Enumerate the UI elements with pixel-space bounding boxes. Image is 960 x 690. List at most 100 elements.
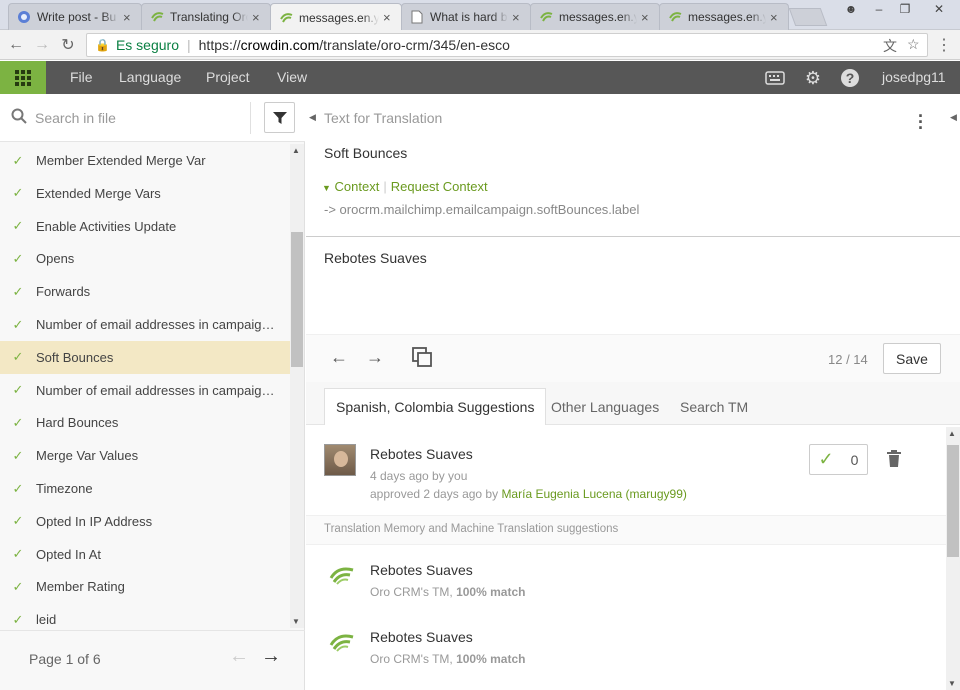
browser-tab[interactable]: What is hard b × xyxy=(401,3,531,30)
checkmark-icon: ✓ xyxy=(818,449,834,469)
scroll-down-icon[interactable]: ▼ xyxy=(292,617,300,626)
suggestion-text: Rebotes Suaves xyxy=(370,562,473,578)
string-label: Number of email addresses in campaign... xyxy=(36,382,278,398)
browser-tab-strip: Write post - Bu × Translating Oro × mess… xyxy=(0,0,960,31)
checkmark-icon: ✓ xyxy=(12,546,24,562)
checkmark-icon: ✓ xyxy=(12,382,24,398)
scroll-thumb[interactable] xyxy=(947,445,959,557)
save-button[interactable]: Save xyxy=(883,343,941,374)
trash-icon[interactable] xyxy=(886,450,902,473)
previous-string-icon[interactable]: ← xyxy=(330,347,348,368)
search-input[interactable]: Search in file xyxy=(35,110,116,126)
string-item[interactable]: ✓ Soft Bounces xyxy=(0,340,290,374)
scroll-up-icon[interactable]: ▲ xyxy=(292,146,300,155)
string-item[interactable]: ✓ Forwards xyxy=(0,275,290,308)
help-icon[interactable]: ? xyxy=(839,67,861,89)
string-item[interactable]: ✓ Enable Activities Update xyxy=(0,210,290,243)
svg-text:?: ? xyxy=(846,70,855,86)
string-key: -> orocrm.mailchimp.emailcampaign.softBo… xyxy=(324,202,640,217)
close-tab-icon[interactable]: × xyxy=(383,10,393,25)
browser-tab[interactable]: messages.en.yi × xyxy=(530,3,660,30)
request-context-link[interactable]: Request Context xyxy=(391,179,488,194)
vote-button[interactable]: ✓ 0 xyxy=(809,444,868,475)
menu-language[interactable]: Language xyxy=(119,61,181,94)
page-icon xyxy=(410,10,424,24)
scroll-thumb[interactable] xyxy=(291,232,303,367)
context-toggle[interactable]: ▼ Context xyxy=(322,179,379,194)
translation-input[interactable]: Rebotes Suaves xyxy=(324,250,427,266)
scroll-up-icon[interactable]: ▲ xyxy=(948,429,956,438)
close-tab-icon[interactable]: × xyxy=(252,10,262,25)
minimize-icon[interactable]: – xyxy=(868,0,890,18)
forward-icon[interactable]: → xyxy=(32,35,52,55)
checkmark-icon: ✓ xyxy=(12,578,24,594)
string-item[interactable]: ✓ Number of email addresses in campaign..… xyxy=(0,308,290,341)
close-tab-icon[interactable]: × xyxy=(512,10,522,25)
profile-icon[interactable]: ☻ xyxy=(840,0,862,18)
suggestion-tabs: Spanish, Colombia Suggestions Other Lang… xyxy=(306,382,960,425)
back-icon[interactable]: ← xyxy=(6,35,26,55)
crowdin-icon xyxy=(539,10,553,24)
chrome-menu-icon[interactable]: ⋮ xyxy=(934,35,954,55)
translate-icon[interactable]: 文 xyxy=(883,36,897,56)
more-options-icon[interactable]: ... xyxy=(918,102,923,132)
app-menubar: File Language Project View ⚙ ? josedpg11 xyxy=(0,61,960,94)
new-tab-button[interactable] xyxy=(788,8,828,26)
string-item[interactable]: ✓ Opted In IP Address xyxy=(0,505,290,538)
string-item[interactable]: ✓ Opted In At xyxy=(0,538,290,571)
menu-file[interactable]: File xyxy=(70,61,93,94)
menu-view[interactable]: View xyxy=(277,61,307,94)
close-window-icon[interactable]: ✕ xyxy=(922,0,956,18)
collapse-right-icon[interactable]: ◀ xyxy=(950,112,957,123)
browser-tab-active[interactable]: messages.en.yi × xyxy=(270,3,402,31)
filter-button[interactable] xyxy=(264,102,295,133)
checkmark-icon: ✓ xyxy=(12,185,24,201)
bookmark-star-icon[interactable]: ☆ xyxy=(907,36,920,53)
page-indicator: Page 1 of 6 xyxy=(29,651,101,667)
checkmark-icon: ✓ xyxy=(12,283,24,299)
caret-down-icon: ▼ xyxy=(322,183,331,193)
keyboard-icon[interactable] xyxy=(764,67,786,89)
tab-title: messages.en.yi xyxy=(688,10,766,24)
string-item[interactable]: ✓ Hard Bounces xyxy=(0,406,290,439)
context-row: ▼ Context | Request Context xyxy=(322,179,488,194)
suggestions-scrollbar[interactable]: ▲ ▼ xyxy=(946,427,960,690)
string-item[interactable]: ✓ Number of email addresses in campaign..… xyxy=(0,374,290,407)
apps-grid-icon[interactable] xyxy=(0,61,46,94)
prev-page-icon[interactable]: ← xyxy=(229,645,249,668)
tab-title: What is hard b xyxy=(430,10,508,24)
next-string-icon[interactable]: → xyxy=(366,347,384,368)
close-tab-icon[interactable]: × xyxy=(641,10,651,25)
string-label: Opens xyxy=(36,251,75,267)
string-item[interactable]: ✓ Extended Merge Vars xyxy=(0,177,290,210)
approver-link[interactable]: María Eugenia Lucena (marugy99) xyxy=(501,487,686,501)
browser-tab[interactable]: Write post - Bu × xyxy=(8,3,142,30)
tab-other-languages[interactable]: Other Languages xyxy=(540,388,670,425)
tab-search-tm[interactable]: Search TM xyxy=(669,388,759,425)
next-page-icon[interactable]: → xyxy=(261,645,281,668)
copy-source-icon[interactable] xyxy=(412,347,432,372)
scroll-down-icon[interactable]: ▼ xyxy=(948,679,956,688)
gear-icon[interactable]: ⚙ xyxy=(802,67,824,89)
address-bar[interactable]: 🔒 Es seguro | https://crowdin.com/transl… xyxy=(86,33,928,57)
tab-language-suggestions[interactable]: Spanish, Colombia Suggestions xyxy=(324,388,547,425)
collapse-left-icon[interactable]: ◀ xyxy=(309,112,316,123)
browser-tab[interactable]: Translating Oro × xyxy=(141,3,271,30)
browser-tab[interactable]: messages.en.yi × xyxy=(659,3,789,30)
string-item[interactable]: ✓ Member Rating xyxy=(0,570,290,603)
avatar xyxy=(324,444,356,476)
menu-project[interactable]: Project xyxy=(206,61,250,94)
string-item[interactable]: ✓ Opens xyxy=(0,242,290,275)
string-item[interactable]: ✓ Merge Var Values xyxy=(0,439,290,472)
string-item[interactable]: ✓ Member Extended Merge Var xyxy=(0,144,290,177)
close-tab-icon[interactable]: × xyxy=(123,10,133,25)
close-tab-icon[interactable]: × xyxy=(770,10,780,25)
reload-icon[interactable]: ↻ xyxy=(58,35,78,55)
blogger-icon xyxy=(17,10,31,24)
username[interactable]: josedpg11 xyxy=(882,61,946,94)
restore-icon[interactable]: ❐ xyxy=(894,0,916,18)
string-counter: 12 / 14 xyxy=(828,352,868,367)
string-item[interactable]: ✓ Timezone xyxy=(0,472,290,505)
sidebar-scrollbar[interactable]: ▲ ▼ xyxy=(290,144,304,628)
checkmark-icon: ✓ xyxy=(12,218,24,234)
